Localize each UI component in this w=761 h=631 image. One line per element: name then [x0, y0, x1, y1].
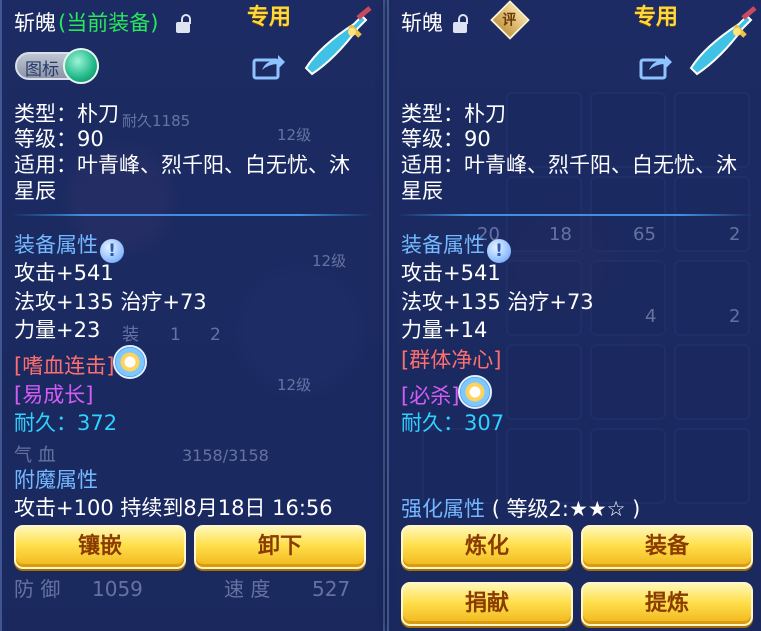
bg-number: 2: [729, 224, 741, 245]
bg-level-label: 12级: [277, 126, 312, 144]
bg-tab: 2: [210, 325, 221, 345]
item-applicable-line1: 适用：叶青峰、烈千阳、白无忧、沐: [14, 153, 350, 177]
enchant-header: 附魔属性: [14, 468, 98, 492]
attr-header: 装备属性!: [14, 232, 124, 263]
donate-button[interactable]: 捐献: [401, 582, 573, 626]
enhance-level: ( 等级2:★★☆ ): [491, 497, 641, 521]
bg-level-label: 12级: [312, 252, 347, 270]
unequip-button[interactable]: 卸下: [194, 525, 366, 569]
bg-durability-text: 耐久1185: [122, 112, 191, 130]
item-name: 斩魄: [401, 11, 443, 35]
lock-open-icon[interactable]: [453, 14, 469, 33]
item-type: 类型：朴刀: [401, 102, 506, 126]
inlay-button[interactable]: 镶嵌: [14, 525, 186, 569]
skill-swirl-icon[interactable]: [458, 375, 492, 409]
bg-number: 65: [633, 224, 656, 245]
extract-button[interactable]: 提炼: [581, 582, 753, 626]
bg-number: 4: [645, 306, 657, 327]
exclusive-label: 专用: [247, 5, 292, 30]
attr-header-text: 装备属性: [401, 233, 485, 257]
skill-secondary[interactable]: [必杀]: [401, 383, 459, 409]
skill-primary[interactable]: [群体净心]: [401, 347, 501, 373]
weapon-icon: [304, 6, 372, 76]
bg-defense-label: 防 御: [14, 577, 61, 601]
bg-speed-value: 527: [312, 577, 351, 601]
magic-heal-stat: 法攻+135 治疗+73: [14, 290, 207, 314]
magic-heal-stat: 法攻+135 治疗+73: [401, 290, 594, 314]
item-name: 斩魄: [14, 11, 56, 35]
bg-hp-label: 气 血: [14, 445, 56, 466]
bg-speed-label: 速 度: [224, 577, 271, 601]
rating-badge-text: 评: [502, 12, 517, 29]
rating-badge-icon[interactable]: 评: [490, 0, 530, 40]
divider: [12, 214, 372, 216]
enhance-header-text: 强化属性: [401, 497, 485, 521]
skill-swirl-icon[interactable]: [113, 345, 147, 379]
durability-label: 耐久：: [14, 411, 77, 435]
attack-stat: 攻击+541: [401, 261, 501, 285]
strength-stat: 力量+14: [401, 318, 488, 342]
enhance-header: 强化属性 ( 等级2:★★☆ ): [401, 496, 640, 522]
durability-value: 307: [464, 411, 505, 435]
item-level: 等级：90: [14, 127, 104, 151]
icon-toggle-label: 图标: [25, 60, 59, 80]
bg-number: 18: [549, 224, 572, 245]
refine-button[interactable]: 炼化: [401, 525, 573, 569]
divider: [397, 214, 753, 216]
exclusive-label: 专用: [634, 5, 679, 30]
bg-defense-value: 1059: [92, 577, 143, 601]
durability-value: 372: [77, 411, 118, 435]
lock-open-icon[interactable]: [176, 14, 192, 33]
bg-hp-value: 3158/3158: [182, 446, 269, 465]
item-applicable-line2: 星辰: [14, 179, 56, 203]
item-type: 类型：朴刀: [14, 102, 119, 126]
skill-primary[interactable]: [嗜血连击]: [14, 353, 114, 379]
share-icon[interactable]: [639, 52, 673, 80]
enchant-line: 攻击+100 持续到8月18日 16:56: [14, 496, 333, 520]
durability: 耐久：372: [14, 410, 117, 436]
toggle-knob-icon: [63, 48, 99, 84]
attr-header: 装备属性!: [401, 232, 511, 263]
attr-header-text: 装备属性: [14, 233, 98, 257]
durability: 耐久：307: [401, 410, 504, 436]
current-equipped-label: (当前装备): [58, 11, 159, 35]
bg-tab: 1: [170, 325, 181, 345]
bg-number: 2: [729, 306, 741, 327]
compare-equipment-panel: 20 18 65 2 4 2 斩魄 评 专用 类型：朴刀 等级：90 适用：叶青…: [387, 0, 761, 631]
durability-label: 耐久：: [401, 411, 464, 435]
weapon-icon: [689, 6, 757, 76]
attack-stat: 攻击+541: [14, 261, 114, 285]
icon-toggle[interactable]: 图标: [15, 48, 99, 84]
share-icon[interactable]: [252, 52, 286, 80]
item-applicable-line1: 适用：叶青峰、烈千阳、白无忧、沐: [401, 153, 737, 177]
bg-level-label: 12级: [277, 376, 312, 394]
current-equipment-panel: 耐久1185 12级 12级 12级 装 1 2 气 血 3158/3158 防…: [0, 0, 385, 631]
strength-stat: 力量+23: [14, 318, 101, 342]
item-applicable-line2: 星辰: [401, 179, 443, 203]
item-level: 等级：90: [401, 127, 491, 151]
equip-button[interactable]: 装备: [581, 525, 753, 569]
skill-secondary[interactable]: [易成长]: [14, 382, 93, 408]
